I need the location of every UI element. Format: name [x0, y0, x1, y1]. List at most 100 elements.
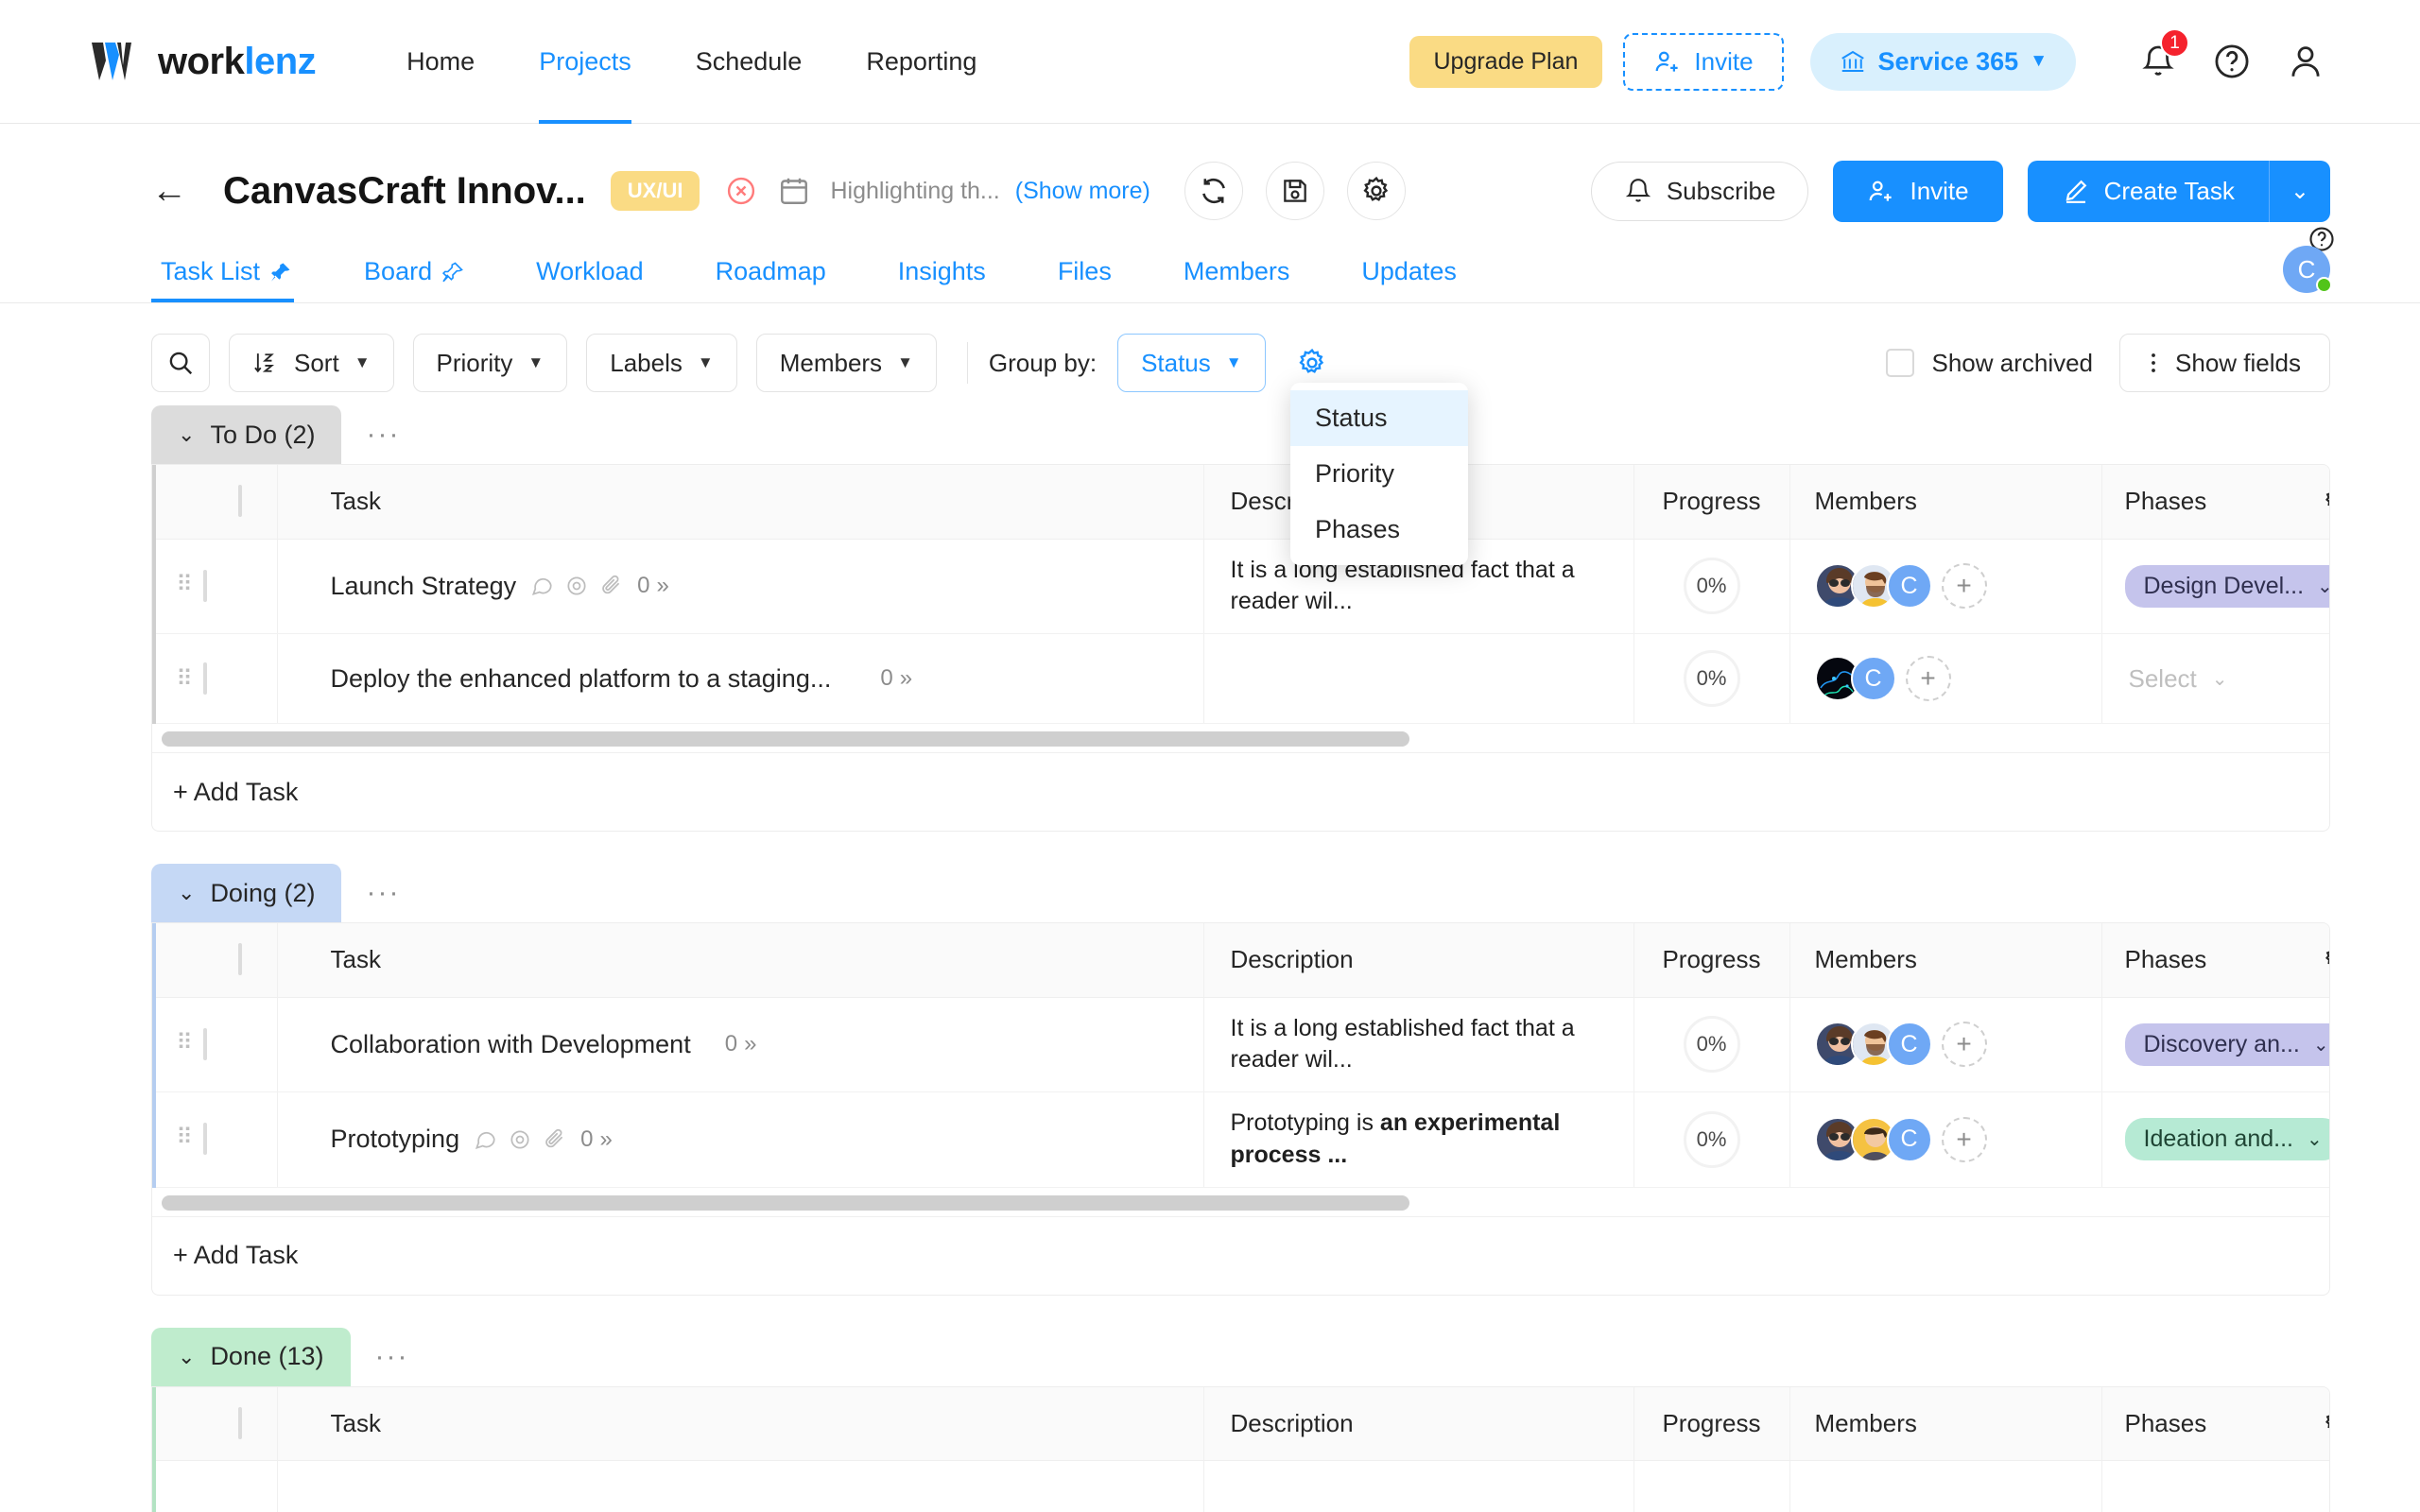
refresh-button[interactable]: [1184, 162, 1243, 220]
row-checkbox[interactable]: [203, 662, 207, 695]
tab-files[interactable]: Files: [1048, 257, 1121, 302]
tab-updates[interactable]: Updates: [1352, 257, 1466, 302]
group-options-button[interactable]: ···: [366, 879, 400, 907]
group-options-button[interactable]: ···: [375, 1342, 409, 1370]
table-row[interactable]: ⠿ Collaboration with Development 0 » It …: [152, 997, 2329, 1092]
phase-select-placeholder[interactable]: Select ⌄: [2125, 664, 2228, 694]
create-task-dropdown-button[interactable]: ⌄: [2268, 160, 2330, 222]
table-row[interactable]: ⠿ Prototyping 0 » Prototyping is an expe…: [152, 1091, 2329, 1188]
subtask-count[interactable]: 0 »: [725, 1031, 757, 1057]
subtask-count[interactable]: 0 »: [637, 573, 669, 599]
dropdown-option-phases[interactable]: Phases: [1290, 502, 1468, 558]
phases-settings-button[interactable]: [2323, 1408, 2329, 1436]
nav-link-reporting[interactable]: Reporting: [834, 0, 1009, 124]
app-logo[interactable]: worklenz: [90, 40, 317, 83]
member-avatar-initial[interactable]: C: [1850, 656, 1896, 701]
organization-selector[interactable]: Service 365 ▼: [1809, 32, 2076, 91]
table-row[interactable]: ⠿ Launch Strategy 0 » It is a long estab…: [152, 539, 2329, 634]
phases-settings-button[interactable]: [2323, 944, 2329, 972]
user-profile-button[interactable]: [2276, 32, 2335, 91]
save-button[interactable]: [1265, 162, 1324, 220]
group-toggle-doing[interactable]: ⌄ Doing (2): [151, 864, 342, 922]
row-checkbox[interactable]: [203, 569, 207, 602]
group-by-settings-button[interactable]: [1296, 347, 1328, 379]
subscribe-button[interactable]: Subscribe: [1590, 161, 1809, 221]
nav-link-projects[interactable]: Projects: [507, 0, 664, 124]
tab-insights[interactable]: Insights: [889, 257, 995, 302]
show-archived-toggle[interactable]: Show archived: [1886, 349, 2093, 378]
group-by-select[interactable]: Status ▼: [1117, 334, 1266, 392]
tab-roadmap[interactable]: Roadmap: [706, 257, 836, 302]
search-button[interactable]: [151, 334, 210, 392]
show-archived-checkbox[interactable]: [1886, 349, 1915, 377]
phase-tag[interactable]: Design Devel...⌄: [2124, 564, 2329, 608]
group-options-button[interactable]: ···: [366, 421, 400, 449]
drag-handle[interactable]: ⠿: [165, 1126, 203, 1149]
subtask-count[interactable]: 0 »: [880, 665, 912, 692]
comment-icon[interactable]: [529, 574, 554, 598]
project-settings-button[interactable]: [1346, 162, 1406, 220]
horizontal-scroll-track[interactable]: [152, 1187, 2329, 1217]
drag-handle[interactable]: ⠿: [165, 1031, 203, 1055]
select-all-checkbox[interactable]: [237, 943, 242, 976]
project-dates-icon[interactable]: [777, 174, 811, 208]
create-task-button[interactable]: Create Task: [2027, 160, 2269, 222]
invite-button-top[interactable]: Invite: [1623, 32, 1784, 91]
nav-link-schedule[interactable]: Schedule: [664, 0, 835, 124]
task-name-cell[interactable]: Collaboration with Development 0 »: [278, 1030, 1203, 1059]
help-button[interactable]: [2203, 32, 2261, 91]
dropdown-option-status[interactable]: Status: [1290, 390, 1468, 446]
phase-tag[interactable]: Ideation and... ⌄: [2124, 1118, 2329, 1161]
horizontal-scroll-track[interactable]: [152, 724, 2329, 753]
show-fields-button[interactable]: Show fields: [2119, 334, 2330, 392]
group-toggle-todo[interactable]: ⌄ To Do (2): [151, 405, 342, 464]
members-filter-button[interactable]: Members ▼: [755, 334, 937, 392]
attachment-icon[interactable]: [599, 574, 624, 598]
subtask-count[interactable]: 0 »: [580, 1126, 613, 1153]
invite-button[interactable]: Invite: [1833, 160, 2003, 222]
horizontal-scrollbar-thumb[interactable]: [162, 1194, 1409, 1211]
add-member-button[interactable]: +: [1905, 656, 1951, 701]
avatar[interactable]: C: [2283, 246, 2332, 293]
select-all-checkbox[interactable]: [237, 485, 242, 518]
task-name-cell[interactable]: Launch Strategy 0 »: [278, 572, 1203, 601]
member-avatar-initial[interactable]: C: [1886, 563, 1932, 610]
add-member-button[interactable]: +: [1941, 1116, 1987, 1162]
dropdown-option-priority[interactable]: Priority: [1290, 446, 1468, 502]
row-checkbox[interactable]: [203, 1123, 207, 1156]
eye-icon[interactable]: [508, 1127, 532, 1152]
drag-handle[interactable]: ⠿: [165, 668, 203, 691]
eye-icon[interactable]: [564, 574, 589, 598]
add-member-button[interactable]: +: [1941, 563, 1987, 610]
priority-filter-button[interactable]: Priority ▼: [412, 334, 568, 392]
add-member-button[interactable]: +: [1941, 1022, 1987, 1068]
project-status-icon[interactable]: [724, 174, 758, 208]
add-task-button[interactable]: + Add Task: [152, 1217, 2329, 1295]
attachment-icon[interactable]: [543, 1127, 567, 1152]
sort-button[interactable]: Sort ▼: [229, 334, 394, 392]
task-name-cell[interactable]: Prototyping 0 »: [278, 1125, 1203, 1154]
drag-handle[interactable]: ⠿: [165, 573, 203, 596]
phase-tag[interactable]: Discovery an... ⌄: [2124, 1022, 2329, 1066]
show-more-link[interactable]: (Show more): [1015, 178, 1150, 205]
nav-link-home[interactable]: Home: [374, 0, 507, 124]
row-checkbox[interactable]: [203, 1027, 207, 1060]
table-row[interactable]: ⠿ Deploy the enhanced platform to a stag…: [152, 633, 2329, 724]
select-all-checkbox[interactable]: [237, 1406, 242, 1439]
tab-board[interactable]: Board: [354, 257, 474, 302]
notifications-button[interactable]: 1: [2129, 28, 2189, 91]
comment-icon[interactable]: [473, 1127, 497, 1152]
upgrade-plan-button[interactable]: Upgrade Plan: [1409, 35, 1603, 88]
labels-filter-button[interactable]: Labels ▼: [586, 334, 737, 392]
group-toggle-done[interactable]: ⌄ Done (13): [151, 1327, 351, 1386]
table-row[interactable]: [152, 1460, 2329, 1512]
phases-settings-button[interactable]: [2323, 486, 2329, 514]
task-name-cell[interactable]: Deploy the enhanced platform to a stagin…: [278, 664, 1203, 694]
add-task-button[interactable]: + Add Task: [152, 753, 2329, 831]
back-button[interactable]: ←: [151, 173, 187, 209]
tab-workload[interactable]: Workload: [527, 257, 653, 302]
member-avatar-initial[interactable]: C: [1886, 1022, 1932, 1068]
member-avatar-initial[interactable]: C: [1886, 1116, 1932, 1162]
horizontal-scrollbar-thumb[interactable]: [162, 731, 1409, 747]
tab-task-list[interactable]: Task List: [151, 257, 302, 302]
